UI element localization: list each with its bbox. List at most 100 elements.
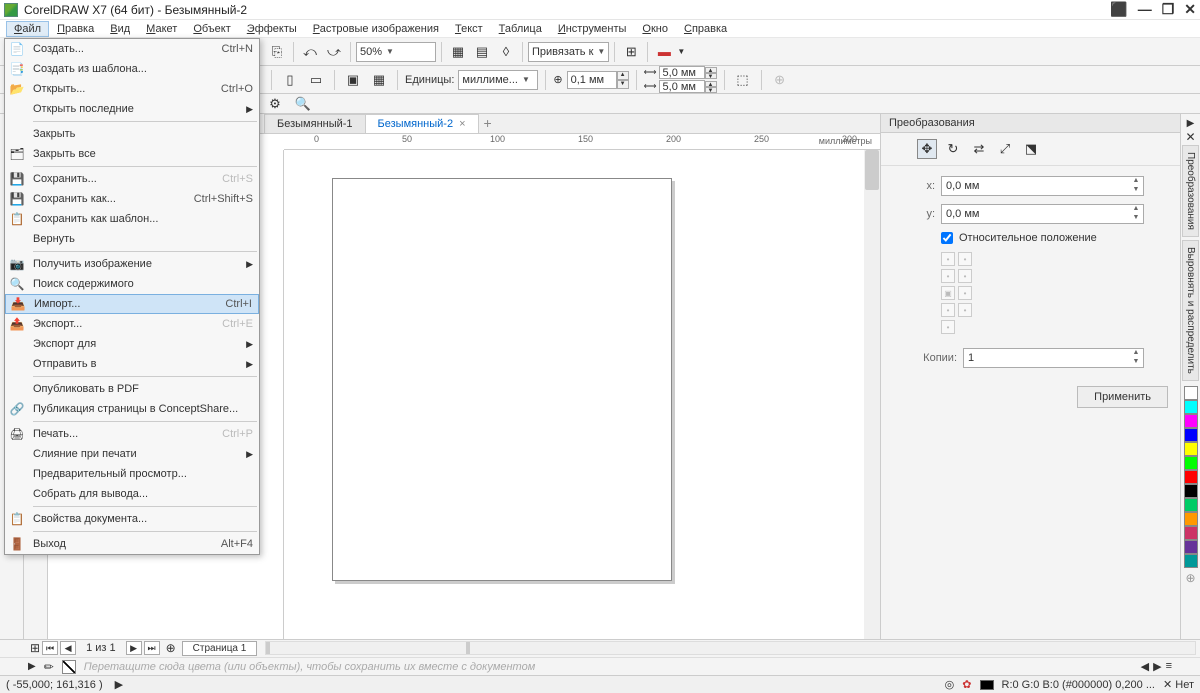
snap-combo[interactable]: Привязать к▼ bbox=[528, 42, 609, 62]
menu-item[interactable]: 🔗Публикация страницы в ConceptShare... bbox=[5, 399, 259, 419]
x-field[interactable]: ▲▼ bbox=[941, 176, 1144, 196]
color-swatch[interactable] bbox=[1184, 442, 1198, 456]
color-swatch[interactable] bbox=[1184, 414, 1198, 428]
menu-текст[interactable]: Текст bbox=[447, 21, 491, 37]
page-btn[interactable]: ▦ bbox=[368, 69, 390, 91]
menu-item[interactable]: Открыть последние▶ bbox=[5, 99, 259, 119]
nav-last[interactable]: ⏭ bbox=[144, 641, 160, 655]
color-swatch[interactable] bbox=[1184, 428, 1198, 442]
dup-x-spinner[interactable]: ⟷▲▼ bbox=[644, 66, 717, 79]
color-swatch[interactable] bbox=[1184, 386, 1198, 400]
side-tab[interactable]: Выровнять и распределить bbox=[1182, 240, 1199, 381]
orientation-portrait-icon[interactable]: ▯ bbox=[279, 69, 301, 91]
menu-объект[interactable]: Объект bbox=[185, 21, 238, 37]
scrollbar-horizontal[interactable] bbox=[265, 641, 1196, 655]
scrollbar-vertical[interactable] bbox=[864, 150, 880, 639]
menu-макет[interactable]: Макет bbox=[138, 21, 185, 37]
close-docker-icon[interactable]: ✕ bbox=[1185, 130, 1195, 144]
toolbar-btn[interactable]: ⊕ bbox=[769, 69, 791, 91]
menu-item[interactable]: 📋Сохранить как шаблон... bbox=[5, 209, 259, 229]
color-swatch[interactable] bbox=[1184, 400, 1198, 414]
menu-эффекты[interactable]: Эффекты bbox=[239, 21, 305, 37]
menu-item[interactable]: 📑Создать из шаблона... bbox=[5, 59, 259, 79]
toolbar-btn[interactable]: ⤺ bbox=[299, 41, 321, 63]
tray-nav-icon[interactable]: ◀ bbox=[1141, 660, 1149, 673]
toolbar-btn[interactable]: ⬚ bbox=[732, 69, 754, 91]
tray-menu-icon[interactable]: ≡ bbox=[1166, 660, 1172, 673]
toolbar-btn[interactable]: ⤻ bbox=[323, 41, 345, 63]
menu-окно[interactable]: Окно bbox=[634, 21, 676, 37]
add-page-icon[interactable]: ⊕ bbox=[166, 641, 176, 655]
play-icon[interactable]: ▶ bbox=[115, 678, 123, 691]
add-swatch-icon[interactable]: ⊕ bbox=[1185, 571, 1195, 585]
menu-item[interactable]: 📥Импорт...Ctrl+I bbox=[5, 294, 259, 314]
color-swatch[interactable] bbox=[1184, 456, 1198, 470]
menu-item[interactable]: Закрыть bbox=[5, 124, 259, 144]
nav-icon[interactable]: ⊞ bbox=[30, 641, 40, 655]
toolbar-btn[interactable]: ▦ bbox=[447, 41, 469, 63]
menu-item[interactable]: 📷Получить изображение▶ bbox=[5, 254, 259, 274]
add-tab-button[interactable]: + bbox=[478, 114, 498, 133]
menu-правка[interactable]: Правка bbox=[49, 21, 102, 37]
dup-y-spinner[interactable]: ⟷▲▼ bbox=[644, 80, 717, 93]
color-swatch[interactable] bbox=[1184, 512, 1198, 526]
color-swatch[interactable] bbox=[1184, 526, 1198, 540]
page-tab[interactable]: Страница 1 bbox=[182, 641, 258, 656]
menu-item[interactable]: Экспорт для▶ bbox=[5, 334, 259, 354]
menu-item[interactable]: 🔍Поиск содержимого bbox=[5, 274, 259, 294]
document-tab[interactable]: Безымянный-2× bbox=[365, 114, 479, 133]
toolbar-btn[interactable]: ⊞ bbox=[620, 41, 642, 63]
fill-swatch-icon[interactable] bbox=[980, 680, 994, 690]
nav-next[interactable]: ▶ bbox=[126, 641, 142, 655]
color-swatch[interactable] bbox=[1184, 498, 1198, 512]
menu-item[interactable]: 🚪ВыходAlt+F4 bbox=[5, 534, 259, 554]
size-icon[interactable]: ⤢ bbox=[995, 139, 1015, 159]
menu-item[interactable]: Отправить в▶ bbox=[5, 354, 259, 374]
nav-first[interactable]: ⏮ bbox=[42, 641, 58, 655]
move-icon[interactable]: ✥ bbox=[917, 139, 937, 159]
nudge-spinner[interactable]: ▲▼ bbox=[567, 71, 629, 89]
side-tab[interactable]: Преобразования bbox=[1182, 145, 1199, 237]
menu-item[interactable]: Слияние при печати▶ bbox=[5, 444, 259, 464]
expand-icon[interactable]: ▶ bbox=[1187, 118, 1195, 129]
color-swatch[interactable] bbox=[1184, 470, 1198, 484]
document-tab[interactable]: Безымянный-1 bbox=[264, 114, 366, 133]
settings-icon[interactable]: ⚙ bbox=[264, 93, 286, 115]
color-swatch[interactable] bbox=[1184, 540, 1198, 554]
canvas[interactable] bbox=[284, 150, 880, 639]
page-btn[interactable]: ▣ bbox=[342, 69, 364, 91]
nav-prev[interactable]: ◀ bbox=[60, 641, 76, 655]
skew-icon[interactable]: ⬔ bbox=[1021, 139, 1041, 159]
menu-item[interactable]: 📂Открыть...Ctrl+O bbox=[5, 79, 259, 99]
menu-справка[interactable]: Справка bbox=[676, 21, 735, 37]
mirror-icon[interactable]: ⇄ bbox=[969, 139, 989, 159]
apply-button[interactable]: Применить bbox=[1077, 386, 1168, 408]
maximize-button[interactable]: ❐ bbox=[1162, 1, 1175, 18]
color-swatch[interactable] bbox=[1184, 554, 1198, 568]
color-swatch[interactable] bbox=[1184, 484, 1198, 498]
relative-checkbox[interactable]: Относительное положение bbox=[917, 232, 1144, 244]
help-indicator-icon[interactable]: ⬛ bbox=[1110, 1, 1127, 18]
menu-item[interactable]: 💾Сохранить как...Ctrl+Shift+S bbox=[5, 189, 259, 209]
toolbar-btn[interactable]: ▤ bbox=[471, 41, 493, 63]
menu-вид[interactable]: Вид bbox=[102, 21, 138, 37]
zoom-combo[interactable]: 50%▼ bbox=[356, 42, 436, 62]
minimize-button[interactable]: — bbox=[1138, 1, 1152, 18]
toolbar-btn[interactable]: ◊ bbox=[495, 41, 517, 63]
copies-field[interactable]: ▲▼ bbox=[963, 348, 1144, 368]
menu-item[interactable]: 🗂Закрыть все bbox=[5, 144, 259, 164]
menu-инструменты[interactable]: Инструменты bbox=[550, 21, 635, 37]
close-button[interactable]: ✕ bbox=[1184, 1, 1196, 18]
search-icon[interactable]: 🔍 bbox=[292, 93, 314, 115]
orientation-landscape-icon[interactable]: ▭ bbox=[305, 69, 327, 91]
toolbar-btn[interactable]: ⎘ bbox=[266, 41, 288, 63]
menu-item[interactable]: 📄Создать...Ctrl+N bbox=[5, 39, 259, 59]
menu-файл[interactable]: Файл bbox=[6, 21, 49, 37]
anchor-grid[interactable]: ••••▣•••• bbox=[917, 252, 987, 334]
menu-растровые изображения[interactable]: Растровые изображения bbox=[305, 21, 447, 37]
toolbar-btn[interactable]: ▬ bbox=[653, 41, 675, 63]
swatch-none-icon[interactable] bbox=[62, 660, 76, 674]
menu-item[interactable]: 📋Свойства документа... bbox=[5, 509, 259, 529]
tray-nav-icon[interactable]: ▶ bbox=[1153, 660, 1161, 673]
menu-таблица[interactable]: Таблица bbox=[491, 21, 550, 37]
